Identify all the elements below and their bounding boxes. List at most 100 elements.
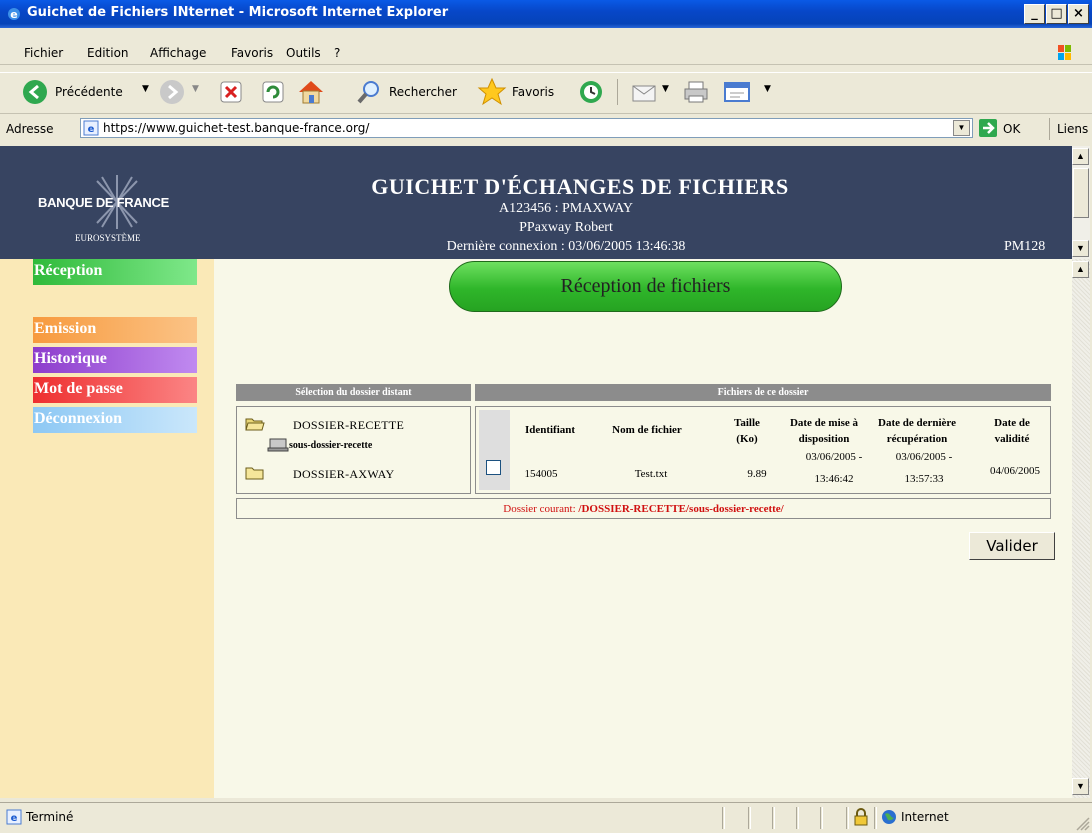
toolbar: Précédente ▼ ▼ Rechercher Favoris ▼ ▼ [0,72,1092,114]
svg-text:e: e [88,124,95,135]
mail-dropdown-icon[interactable]: ▼ [662,84,669,94]
forward-arrow-icon[interactable] [159,79,185,105]
go-arrow-icon[interactable] [978,118,998,138]
site-title: GUICHET D'ÉCHANGES DE FICHIERS [371,174,789,199]
folder-icon [245,467,264,480]
window-title: Guichet de Fichiers INternet - Microsoft… [27,5,449,20]
status-text: Terminé [26,810,74,824]
windows-logo-icon [1058,45,1071,60]
col-nom-fichier: Nom de fichier [612,424,682,436]
back-button-label[interactable]: Précédente [55,85,123,99]
file-size: 9.89 [747,468,767,480]
favorites-star-icon[interactable] [477,77,507,107]
file-name: Test.txt [634,468,668,480]
col-identifiant: Identifiant [524,424,576,436]
back-dropdown-icon[interactable]: ▼ [142,84,149,94]
current-folder-path: /DOSSIER-RECETTE/sous-dossier-recette/ [578,503,784,515]
svg-text:e: e [11,813,18,824]
menu-edition[interactable]: Edition [87,46,129,60]
minimize-button[interactable]: _ [1024,4,1045,24]
logo-subtitle: EUROSYSTÈME [75,233,141,243]
file-select-checkbox[interactable] [486,460,501,475]
links-button[interactable]: Liens [1057,122,1088,136]
file-id: 154005 [524,468,558,480]
menu-affichage[interactable]: Affichage [150,46,206,60]
user-id: A123456 : PMAXWAY [498,201,634,216]
menu-favoris[interactable]: Favoris [231,46,273,60]
header-scrollbar[interactable]: ▲ ▼ [1072,146,1090,259]
scroll-down-icon[interactable]: ▼ [1072,240,1089,257]
nav-reception[interactable]: Réception [33,259,197,285]
mail-icon[interactable] [630,79,658,105]
nav-deconnexion[interactable]: Déconnexion [33,407,197,433]
print-icon[interactable] [682,79,710,105]
menu-help[interactable]: ? [334,46,340,60]
status-bar: e Terminé Internet [0,802,1092,833]
checkbox-column [479,410,510,490]
last-login: Dernière connexion : 03/06/2005 13:46:38 [446,239,686,254]
folder-item[interactable]: DOSSIER-AXWAY [293,467,394,482]
folder-open-icon [245,418,265,431]
menu-outils[interactable]: Outils [286,46,321,60]
content-scroll-down-icon[interactable]: ▼ [1072,778,1089,795]
current-folder-bar: Dossier courant: /DOSSIER-RECETTE/sous-d… [236,498,1051,519]
file-validity-date: 04/06/2005 [989,465,1041,477]
zone-label: Internet [901,810,949,824]
search-button-label[interactable]: Rechercher [389,85,457,99]
col-date-validite: Date de validité [994,417,1030,445]
file-retrieved-date: 03/06/2005 - [895,451,953,463]
nav-historique[interactable]: Historique [33,347,197,373]
address-input[interactable]: e https://www.guichet-test.banque-france… [80,118,973,138]
folder-item[interactable]: DOSSIER-RECETTE [293,418,404,433]
subfolder-item[interactable]: sous-dossier-recette [289,440,372,451]
edit-dropdown-icon[interactable]: ▼ [764,84,771,94]
col-date-mise-disposition: Date de mise à disposition [789,417,859,445]
address-dropdown-icon[interactable]: ▼ [953,120,970,136]
back-arrow-icon[interactable] [22,79,48,105]
address-label: Adresse [6,122,54,136]
col-taille: Taille (Ko) [734,417,760,445]
site-header: BANQUE DE FRANCE EUROSYSTÈME GUICHET D'É… [0,146,1072,259]
page-icon: e [83,120,99,136]
menu-fichier[interactable]: Fichier [24,46,63,60]
home-icon[interactable] [296,78,326,106]
go-button[interactable]: OK [1003,122,1020,136]
file-available-date: 03/06/2005 - [805,451,863,463]
files-table: Identifiant Nom de fichier Taille (Ko) D… [475,406,1051,494]
network-folder-icon [267,438,289,452]
history-icon[interactable] [578,79,604,105]
favorites-button-label[interactable]: Favoris [512,85,554,99]
content-scrollbar[interactable]: ▲ ▼ [1072,259,1090,798]
stop-icon[interactable] [219,80,243,104]
lock-icon [854,808,868,826]
edit-icon[interactable] [722,79,754,105]
menu-bar: Fichier Edition Affichage Favoris Outils… [0,42,1092,65]
nav-mot-de-passe[interactable]: Mot de passe [33,377,197,403]
content-scroll-up-icon[interactable]: ▲ [1072,261,1089,278]
current-folder-label: Dossier courant: [503,503,579,515]
folder-panel-header: Sélection du dossier distant [236,384,471,401]
search-icon[interactable] [356,79,382,105]
section-title-button: Réception de fichiers [449,261,842,312]
close-button[interactable]: × [1068,4,1089,24]
col-date-recuperation: Date de dernière récupération [878,417,956,445]
window-title-bar[interactable]: e Guichet de Fichiers INternet - Microso… [0,0,1092,28]
internet-globe-icon [882,810,896,824]
user-code: PM128 [1004,239,1046,254]
page-done-icon: e [6,809,22,825]
folder-tree: DOSSIER-RECETTE sous-dossier-recette DOS… [236,406,471,494]
scrollbar-thumb[interactable] [1073,168,1089,218]
address-url[interactable]: https://www.guichet-test.banque-france.o… [103,121,369,135]
submit-button[interactable]: Valider [969,532,1055,560]
file-retrieved-time: 13:57:33 [904,473,944,485]
nav-emission[interactable]: Emission [33,317,197,343]
scroll-up-icon[interactable]: ▲ [1072,148,1089,165]
forward-dropdown-icon[interactable]: ▼ [192,84,199,94]
refresh-icon[interactable] [261,80,285,104]
svg-text:e: e [10,8,17,21]
resize-grip-icon[interactable] [1074,815,1090,831]
files-panel-header: Fichiers de ce dossier [475,384,1051,401]
maximize-button[interactable]: □ [1046,4,1067,24]
user-name: PPaxway Robert [519,220,613,235]
ie-icon: e [8,8,20,21]
